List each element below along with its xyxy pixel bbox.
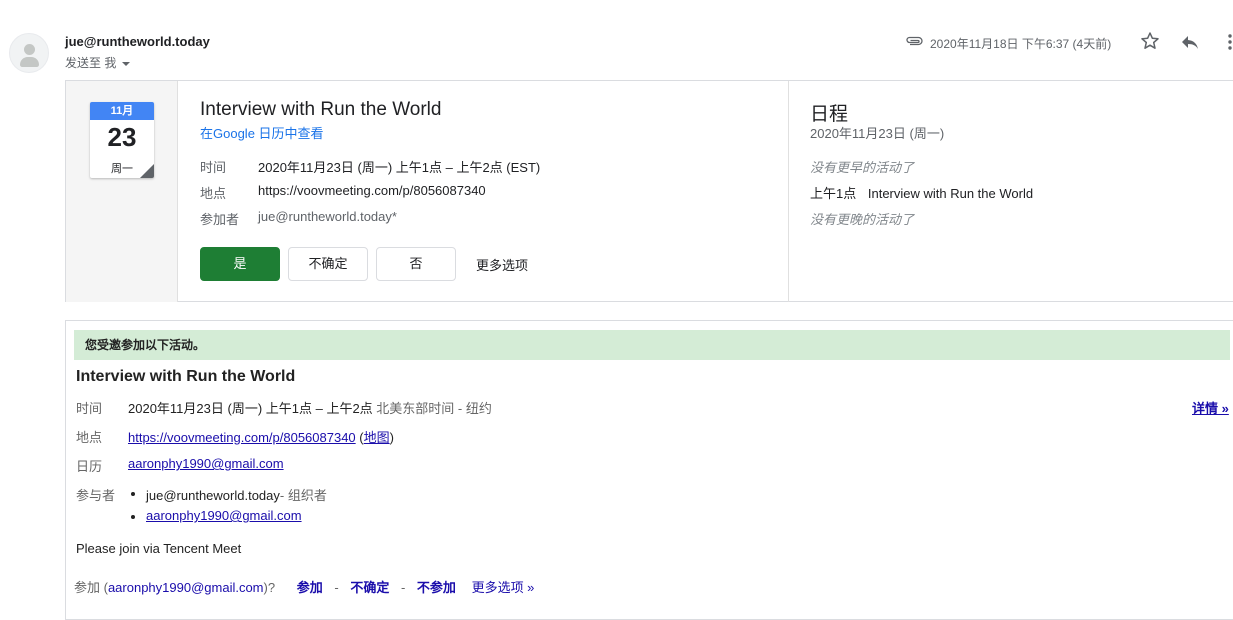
rsvp-more-options-button[interactable]: 更多选项 [476, 255, 528, 274]
more-vert-icon[interactable] [1222, 32, 1233, 52]
calendar-icon-day: 23 [107, 122, 137, 152]
schedule-no-later: 没有更晚的活动了 [810, 212, 915, 227]
schedule-event-item[interactable]: 上午1点 Interview with Run the World [810, 183, 1033, 202]
invitation-title: Interview with Run the World [76, 368, 296, 385]
invite-calendar-label: 日历 [76, 459, 103, 474]
invite-location: https://voovmeeting.com/p/8056087340 (地图… [128, 430, 394, 445]
schedule-no-earlier: 没有更早的活动了 [810, 160, 915, 175]
sender-email[interactable]: jue@runtheworld.today [65, 34, 210, 49]
invitation-banner: 您受邀参加以下活动。 [74, 330, 1230, 360]
rsvp-accept-link[interactable]: 参加 [297, 580, 323, 595]
rsvp-no-button[interactable]: 否 [376, 247, 456, 281]
rsvp-yes-button[interactable]: 是 [200, 247, 280, 281]
recipient-label: 发送至 我 [65, 56, 117, 70]
schedule-event-title: Interview with Run the World [867, 186, 1034, 201]
rsvp-separator: - [400, 580, 406, 595]
rsvp-email-link[interactable]: aaronphy1990@gmail.com [108, 580, 264, 595]
map-link[interactable]: 地图 [364, 430, 390, 445]
event-time-value: 2020年11月23日 (周一) 上午1点 – 上午2点 (EST) [258, 160, 541, 175]
calendar-date-icon: 11月 23 周一 [90, 102, 154, 178]
event-title: Interview with Run the World [200, 99, 442, 120]
rsvp-decline-link[interactable]: 不参加 [417, 580, 456, 595]
sender-avatar[interactable] [9, 33, 49, 73]
star-icon[interactable] [1140, 31, 1160, 51]
rsvp-more-options-link[interactable]: 更多选项 » [472, 580, 535, 595]
calendar-icon-month: 11月 [90, 102, 154, 120]
meeting-url-link[interactable]: https://voovmeeting.com/p/8056087340 [128, 430, 356, 445]
organizer-role: - 组织者 [279, 488, 327, 503]
reply-icon[interactable] [1180, 32, 1200, 52]
bullet-icon [131, 515, 135, 519]
invite-attendees-label: 参与者 [76, 488, 116, 503]
person-icon-body [20, 57, 39, 67]
attendee-organizer: jue@runtheworld.today- 组织者 [146, 485, 327, 504]
details-link[interactable]: 详情 » [1192, 398, 1229, 417]
bullet-icon [131, 492, 135, 496]
invite-time-zone: 北美东部时间 - 纽约 [376, 401, 492, 416]
invite-location-label: 地点 [76, 430, 103, 445]
person-icon-head [24, 44, 35, 55]
event-location-label: 地点 [200, 186, 227, 201]
card-divider [788, 81, 789, 302]
schedule-date: 2020年11月23日 (周一) [810, 126, 945, 141]
invite-time: 2020年11月23日 (周一) 上午1点 – 上午2点 北美东部时间 - 纽约 [128, 398, 492, 417]
rsvp-line: 参加 (aaronphy1990@gmail.com)? 参加 - 不确定 - … [74, 577, 534, 596]
page-fold-corner [140, 164, 154, 178]
schedule-title: 日程 [810, 104, 849, 125]
message-datetime: 2020年11月18日 下午6:37 (4天前) [930, 37, 1112, 51]
rsvp-prefix: 参加 ( [74, 580, 108, 595]
recipient-dropdown[interactable]: 发送至 我 [65, 54, 131, 71]
rsvp-maybe-link[interactable]: 不确定 [350, 580, 389, 595]
event-attendees-value: jue@runtheworld.today* [258, 209, 397, 224]
event-attendees-label: 参加者 [200, 212, 240, 227]
view-in-google-calendar-link[interactable]: 在Google 日历中查看 [200, 123, 324, 142]
invitation-note: Please join via Tencent Meet [76, 541, 242, 556]
event-location-value: https://voovmeeting.com/p/8056087340 [258, 183, 486, 198]
invite-time-label: 时间 [76, 401, 103, 416]
rsvp-separator: - [334, 580, 339, 595]
attendee-name: jue@runtheworld.today [146, 488, 280, 503]
attendee-email-link[interactable]: aaronphy1990@gmail.com [146, 508, 302, 523]
rsvp-maybe-button[interactable]: 不确定 [288, 247, 368, 281]
rsvp-suffix: )? [263, 580, 276, 595]
attachment-icon [906, 36, 923, 46]
chevron-down-icon [122, 61, 131, 66]
invite-time-value: 2020年11月23日 (周一) 上午1点 – 上午2点 [128, 401, 373, 416]
schedule-event-time: 上午1点 [810, 186, 857, 201]
calendar-email-link[interactable]: aaronphy1990@gmail.com [128, 456, 284, 471]
event-time-label: 时间 [200, 160, 227, 175]
